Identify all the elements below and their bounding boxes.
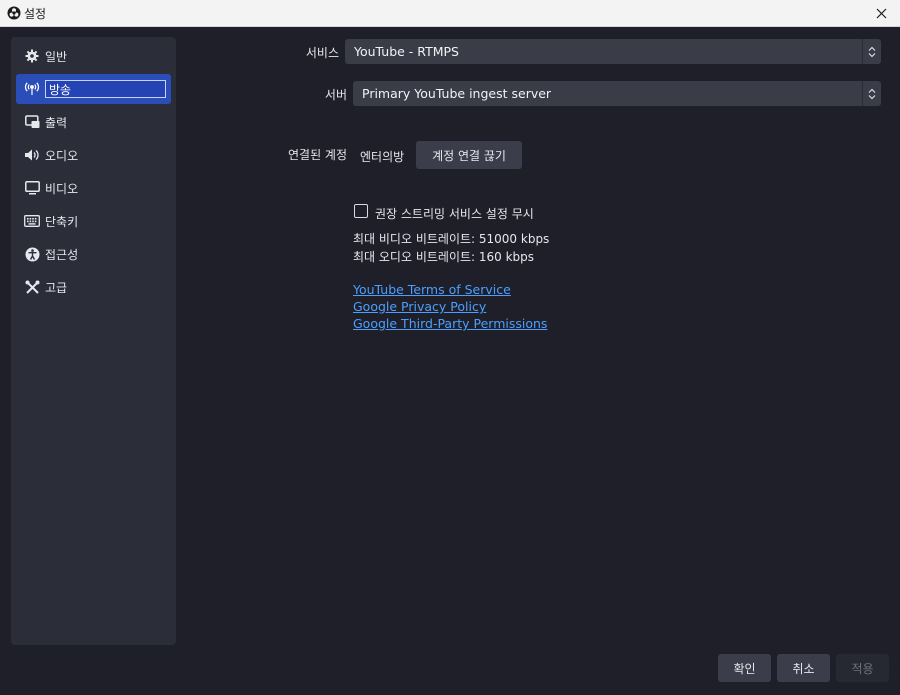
settings-dialog: 일반 방송 출력 오디오 비디오 단축키 접근성 고급 서비스 YouTube … [0,27,900,695]
google-privacy-link[interactable]: Google Privacy Policy [353,299,486,314]
window-title: 설정 [24,7,47,21]
sidebar-item-label: 접근성 [45,247,79,262]
title-bar: 설정 [0,0,900,27]
ignore-recommended-label[interactable]: 권장 스트리밍 서비스 설정 무시 [375,205,534,222]
service-select[interactable]: YouTube - RTMPS [345,39,881,64]
ignore-recommended-checkbox[interactable] [354,204,368,218]
sidebar-item-label: 방송 [49,82,72,97]
settings-sidebar: 일반 방송 출력 오디오 비디오 단축키 접근성 고급 [11,37,176,645]
server-value: Primary YouTube ingest server [362,86,552,101]
wrench-icon [24,279,40,295]
service-value: YouTube - RTMPS [354,44,459,59]
sidebar-item-label: 일반 [45,49,68,64]
sidebar-item-output[interactable]: 출력 [16,107,171,137]
sidebar-item-label: 오디오 [45,148,79,163]
cancel-label: 취소 [792,661,815,676]
sidebar-item-stream[interactable]: 방송 [16,74,171,104]
disconnect-account-button[interactable]: 계정 연결 끊기 [416,141,522,169]
speaker-icon [24,147,40,163]
sidebar-item-accessibility[interactable]: 접근성 [16,239,171,269]
sidebar-item-general[interactable]: 일반 [16,41,171,71]
apply-label: 적용 [851,661,874,676]
accessibility-icon [24,246,40,262]
ok-label: 확인 [733,661,756,676]
sidebar-item-audio[interactable]: 오디오 [16,140,171,170]
server-label: 서버 [324,88,347,102]
output-icon [24,114,40,130]
connected-account-name: 엔터의방 [360,150,405,164]
sidebar-item-hotkeys[interactable]: 단축키 [16,206,171,236]
sidebar-rename-input[interactable]: 방송 [45,80,166,98]
close-button[interactable] [866,1,896,25]
sidebar-item-label: 단축키 [45,214,79,229]
server-select[interactable]: Primary YouTube ingest server [353,81,881,106]
max-video-bitrate: 최대 비디오 비트레이트: 51000 kbps [353,232,550,246]
sidebar-item-video[interactable]: 비디오 [16,173,171,203]
google-third-party-link[interactable]: Google Third-Party Permissions [353,316,547,331]
connected-account-label: 연결된 계정 [287,148,347,162]
max-audio-bitrate: 최대 오디오 비트레이트: 160 kbps [353,250,535,264]
sidebar-item-label: 출력 [45,115,68,130]
broadcast-icon [24,81,40,97]
gear-icon [24,48,40,64]
sidebar-item-label: 고급 [45,280,68,295]
youtube-terms-link[interactable]: YouTube Terms of Service [353,282,511,297]
apply-button[interactable]: 적용 [836,654,889,682]
keyboard-icon [24,213,40,229]
obs-logo-icon [7,6,21,20]
updown-arrow-icon [862,39,881,64]
cancel-button[interactable]: 취소 [777,654,830,682]
sidebar-item-label: 비디오 [45,181,79,196]
disconnect-account-label: 계정 연결 끊기 [432,148,506,163]
sidebar-item-advanced[interactable]: 고급 [16,272,171,302]
ok-button[interactable]: 확인 [718,654,771,682]
close-icon [876,8,886,18]
updown-arrow-icon [862,81,881,106]
monitor-icon [24,180,40,196]
service-label: 서비스 [305,46,339,60]
